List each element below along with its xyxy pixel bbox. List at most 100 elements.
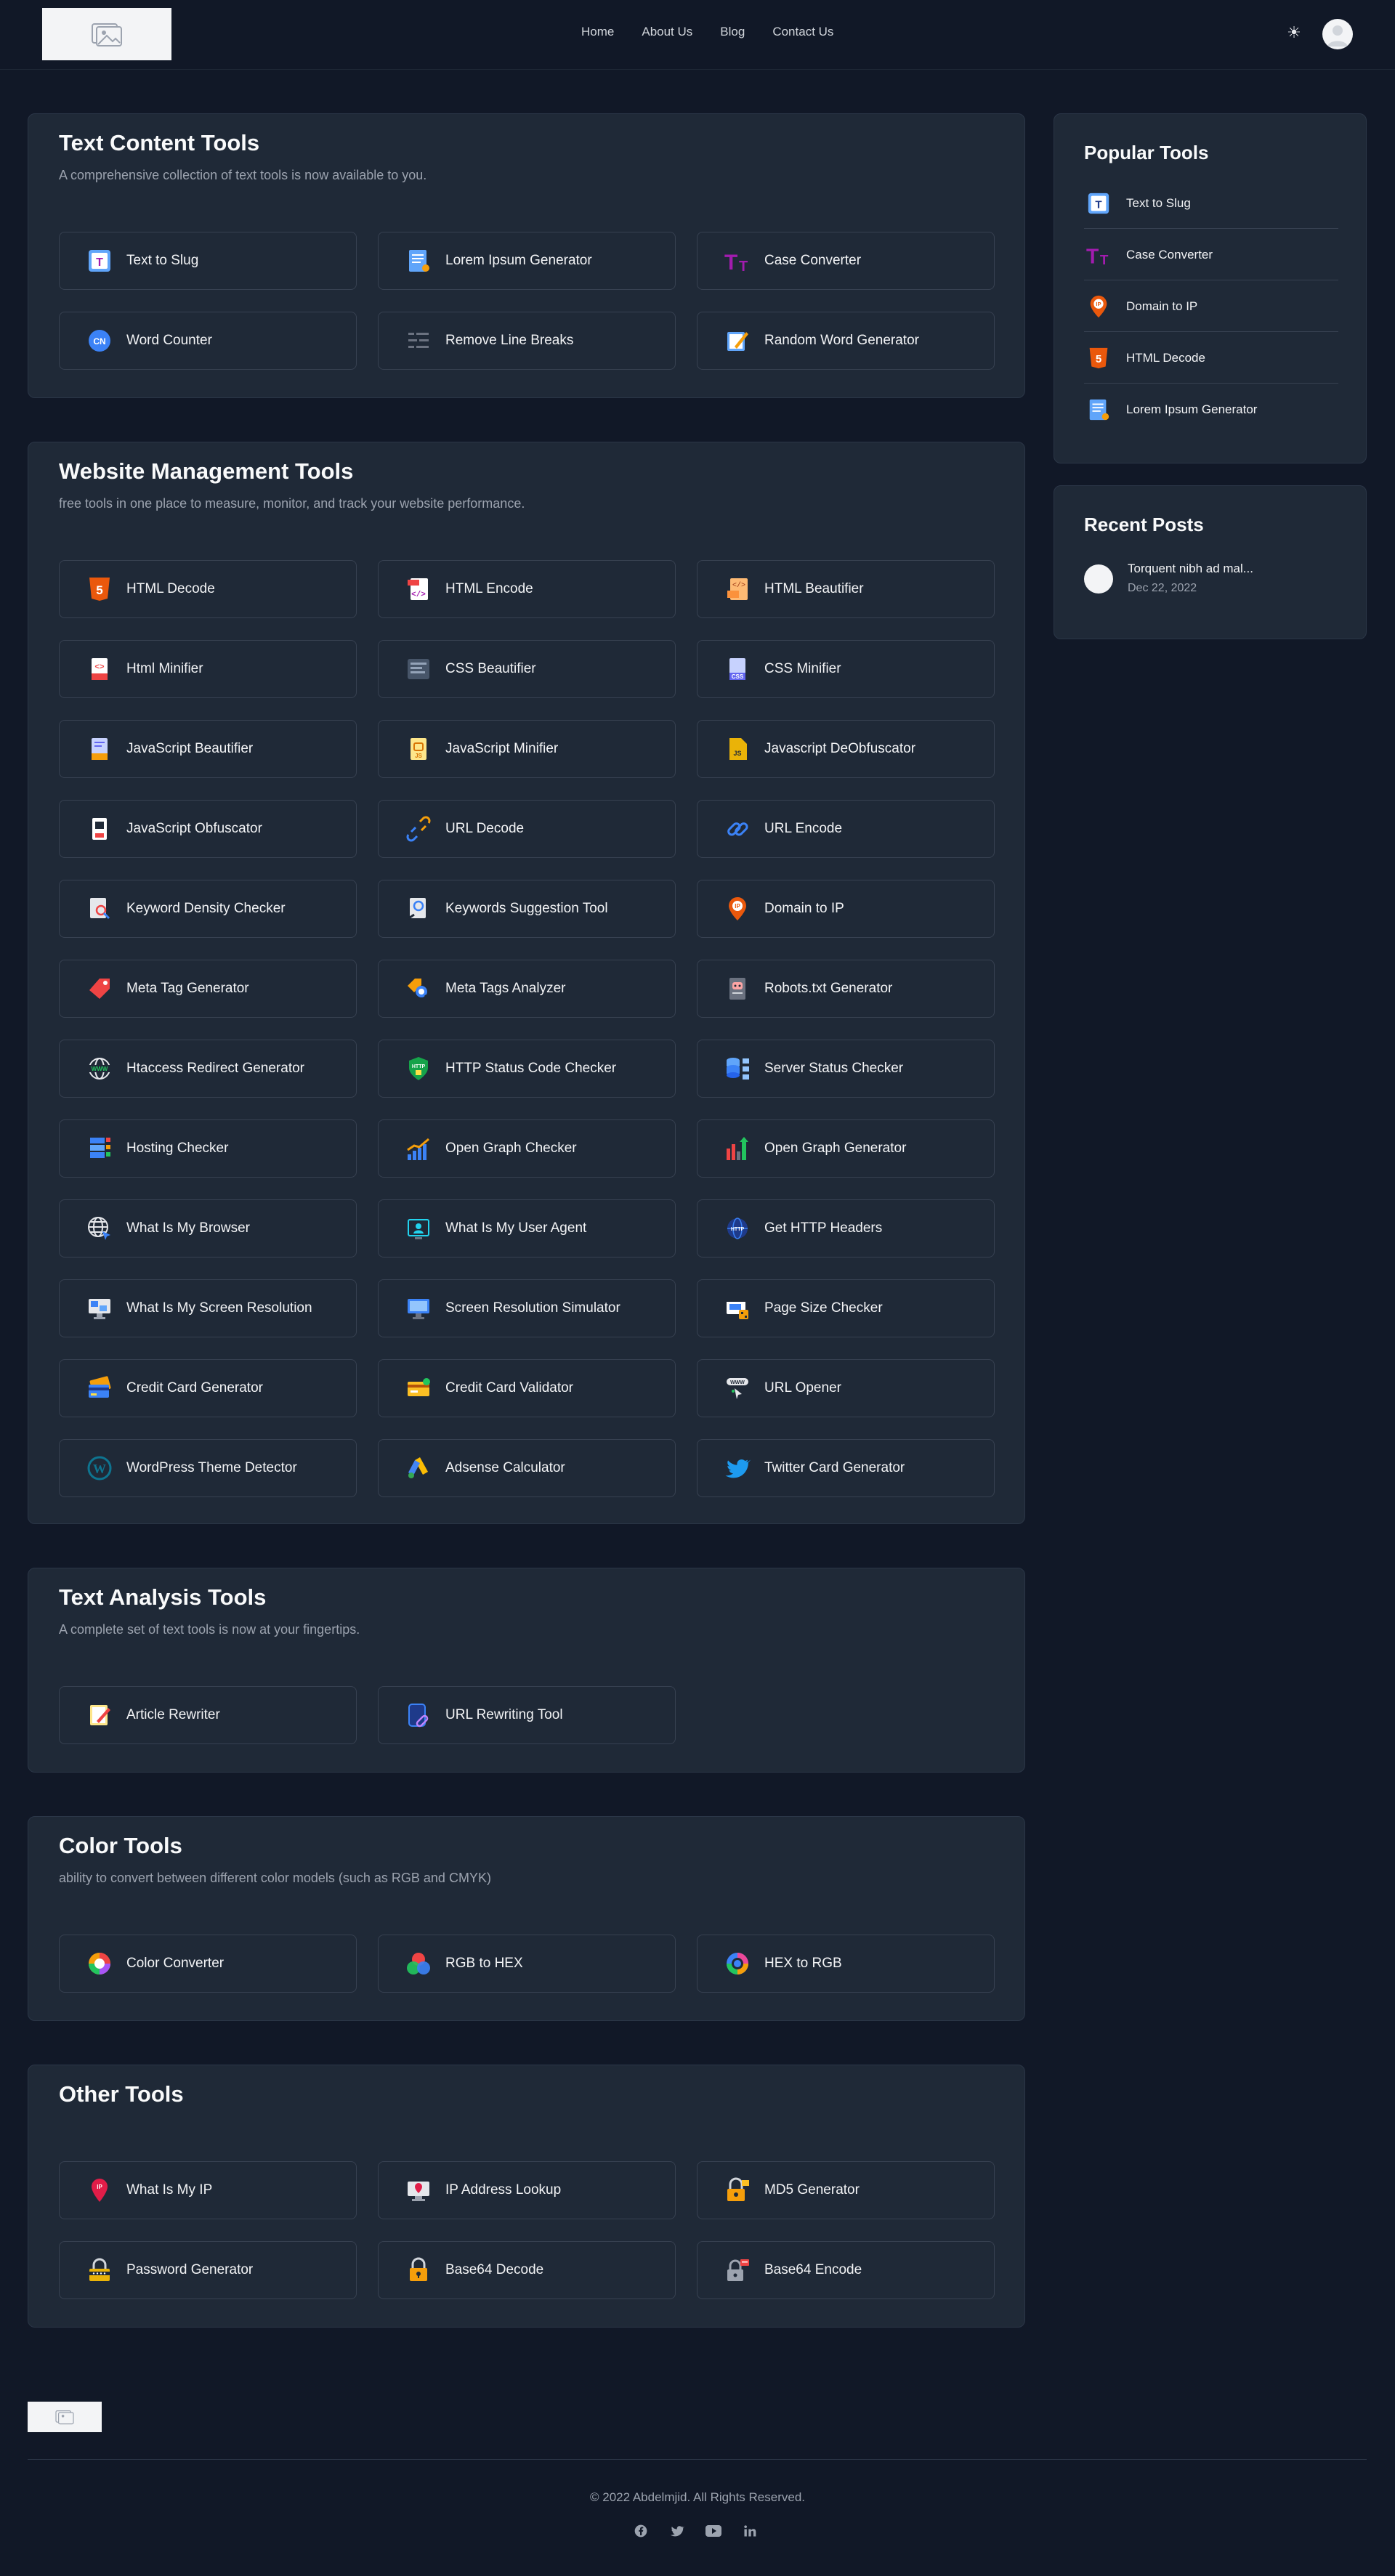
tool-card-hosting-checker[interactable]: Hosting Checker xyxy=(59,1119,357,1178)
rgb-circles-icon xyxy=(402,1947,435,1980)
facebook-icon[interactable] xyxy=(632,2522,650,2540)
site-logo[interactable] xyxy=(42,8,171,60)
js-obfuscate-icon xyxy=(83,812,116,846)
tool-card-open-graph-checker[interactable]: Open Graph Checker xyxy=(378,1119,676,1178)
tool-card-js-beautifier[interactable]: JavaScript Beautifier xyxy=(59,720,357,778)
tool-card-css-beautifier[interactable]: CSS Beautifier xyxy=(378,640,676,698)
css-file-icon: CSS xyxy=(721,652,754,686)
tool-card-html-decode[interactable]: 5 HTML Decode xyxy=(59,560,357,618)
image-placeholder-icon xyxy=(55,2410,74,2425)
tool-card-screen-resolution[interactable]: What Is My Screen Resolution xyxy=(59,1279,357,1337)
tool-card-js-minifier[interactable]: JS JavaScript Minifier xyxy=(378,720,676,778)
tool-card-color-converter[interactable]: Color Converter xyxy=(59,1935,357,1993)
tool-card-url-rewriting[interactable]: URL Rewriting Tool xyxy=(378,1686,676,1744)
card-check-icon xyxy=(402,1372,435,1405)
tool-card-base64-decode[interactable]: Base64 Decode xyxy=(378,2241,676,2299)
ip-pin-icon: IP xyxy=(1084,292,1113,321)
tool-card-domain-to-ip[interactable]: IP Domain to IP xyxy=(697,880,995,938)
html-beautify-icon: </> xyxy=(721,572,754,606)
footer-copyright: © 2022 Abdelmjid. All Rights Reserved. xyxy=(589,2490,805,2504)
tool-card-wordpress-theme[interactable]: W WordPress Theme Detector xyxy=(59,1439,357,1497)
popular-item-html-decode[interactable]: 5 HTML Decode xyxy=(1084,333,1338,384)
tool-card-credit-card-validator[interactable]: Credit Card Validator xyxy=(378,1359,676,1417)
tool-card-keyword-density[interactable]: Keyword Density Checker xyxy=(59,880,357,938)
footer-logo[interactable] xyxy=(28,2402,102,2432)
growth-chart-icon xyxy=(402,1132,435,1165)
popular-item-text-to-slug[interactable]: T Text to Slug xyxy=(1084,178,1338,229)
section-title: Website Management Tools xyxy=(59,458,354,484)
tool-card-open-graph-generator[interactable]: Open Graph Generator xyxy=(697,1119,995,1178)
tool-card-keyword-suggestion[interactable]: Keywords Suggestion Tool xyxy=(378,880,676,938)
tool-card-case-converter[interactable]: T T Case Converter xyxy=(697,232,995,290)
sun-icon[interactable]: ☀ xyxy=(1283,22,1305,44)
linkedin-icon[interactable] xyxy=(741,2522,759,2540)
tool-card-text-to-slug[interactable]: T Text to Slug xyxy=(59,232,357,290)
www-cursor-icon: WWW xyxy=(721,1372,754,1405)
notepad-icon xyxy=(721,324,754,357)
user-avatar[interactable] xyxy=(1322,19,1353,49)
tool-card-lorem-ipsum[interactable]: Lorem Ipsum Generator xyxy=(378,232,676,290)
tool-card-url-decode[interactable]: URL Decode xyxy=(378,800,676,858)
tool-card-what-is-my-ip[interactable]: IP What Is My IP xyxy=(59,2161,357,2219)
tool-card-random-word[interactable]: Random Word Generator xyxy=(697,312,995,370)
tool-card-js-deobfuscator[interactable]: JS Javascript DeObfuscator xyxy=(697,720,995,778)
tool-card-adsense-calculator[interactable]: Adsense Calculator xyxy=(378,1439,676,1497)
tool-card-http-headers[interactable]: HTTP Get HTTP Headers xyxy=(697,1199,995,1257)
tool-card-html-beautifier[interactable]: </> HTML Beautifier xyxy=(697,560,995,618)
youtube-icon[interactable] xyxy=(705,2522,722,2540)
tool-card-meta-tags-analyzer[interactable]: Meta Tags Analyzer xyxy=(378,960,676,1018)
tool-card-article-rewriter[interactable]: Article Rewriter xyxy=(59,1686,357,1744)
section-website-management-tools: Website Management Tools free tools in o… xyxy=(28,442,1025,1524)
link-doc-icon xyxy=(402,1698,435,1732)
popular-item-domain-to-ip[interactable]: IP Domain to IP xyxy=(1084,281,1338,332)
popular-item-lorem-ipsum[interactable]: Lorem Ipsum Generator xyxy=(1084,384,1338,435)
link-icon xyxy=(721,812,754,846)
svg-text:T: T xyxy=(1095,198,1102,211)
document-icon xyxy=(402,244,435,278)
svg-text:WWW: WWW xyxy=(730,1380,745,1385)
tool-card-base64-encode[interactable]: Base64 Encode xyxy=(697,2241,995,2299)
tool-card-resolution-simulator[interactable]: Screen Resolution Simulator xyxy=(378,1279,676,1337)
tool-card-md5-generator[interactable]: MD5 Generator xyxy=(697,2161,995,2219)
recent-post-item[interactable]: Torquent nibh ad mal... Dec 22, 2022 xyxy=(1084,562,1253,595)
tool-card-html-minifier[interactable]: <> Html Minifier xyxy=(59,640,357,698)
tool-card-user-agent[interactable]: What Is My User Agent xyxy=(378,1199,676,1257)
tool-card-rgb-to-hex[interactable]: RGB to HEX xyxy=(378,1935,676,1993)
twitter-icon[interactable] xyxy=(668,2522,686,2540)
tool-card-url-encode[interactable]: URL Encode xyxy=(697,800,995,858)
svg-text:T: T xyxy=(1086,245,1099,267)
tool-card-hex-to-rgb[interactable]: HEX to RGB xyxy=(697,1935,995,1993)
tool-card-htaccess-redirect[interactable]: WWW Htaccess Redirect Generator xyxy=(59,1040,357,1098)
nav-blog-link[interactable]: Blog xyxy=(720,25,745,39)
tool-card-url-opener[interactable]: WWW URL Opener xyxy=(697,1359,995,1417)
tool-card-page-size[interactable]: Page Size Checker xyxy=(697,1279,995,1337)
popular-item-case-converter[interactable]: T T Case Converter xyxy=(1084,230,1338,280)
html-file-icon: </> xyxy=(402,572,435,606)
tool-card-http-status[interactable]: HTTP HTTP Status Code Checker xyxy=(378,1040,676,1098)
tool-card-credit-card-generator[interactable]: Credit Card Generator xyxy=(59,1359,357,1417)
svg-text:T: T xyxy=(96,256,103,269)
widget-title: Popular Tools xyxy=(1084,142,1209,163)
widget-title: Recent Posts xyxy=(1084,514,1204,535)
nav-contact-link[interactable]: Contact Us xyxy=(772,25,833,39)
nav-home-link[interactable]: Home xyxy=(581,25,614,39)
tool-card-my-browser[interactable]: What Is My Browser xyxy=(59,1199,357,1257)
tool-card-ip-lookup[interactable]: IP Address Lookup xyxy=(378,2161,676,2219)
broken-link-icon xyxy=(402,812,435,846)
tool-card-word-counter[interactable]: CN Word Counter xyxy=(59,312,357,370)
tool-card-twitter-card[interactable]: Twitter Card Generator xyxy=(697,1439,995,1497)
tool-card-remove-line-breaks[interactable]: Remove Line Breaks xyxy=(378,312,676,370)
tool-card-meta-tag-generator[interactable]: Meta Tag Generator xyxy=(59,960,357,1018)
tool-card-password-generator[interactable]: Password Generator xyxy=(59,2241,357,2299)
tool-card-js-obfuscator[interactable]: JavaScript Obfuscator xyxy=(59,800,357,858)
svg-text:T: T xyxy=(1100,253,1109,267)
tool-card-css-minifier[interactable]: CSS CSS Minifier xyxy=(697,640,995,698)
tool-card-html-encode[interactable]: </> HTML Encode xyxy=(378,560,676,618)
html5-icon: 5 xyxy=(1084,344,1113,373)
tool-card-robots-txt[interactable]: Robots.txt Generator xyxy=(697,960,995,1018)
desktop-icon xyxy=(402,1292,435,1325)
section-description: A complete set of text tools is now at y… xyxy=(59,1622,360,1637)
section-other-tools: Other Tools IP What Is My IP IP Address L… xyxy=(28,2065,1025,2328)
nav-about-link[interactable]: About Us xyxy=(642,25,692,39)
tool-card-server-status[interactable]: Server Status Checker xyxy=(697,1040,995,1098)
